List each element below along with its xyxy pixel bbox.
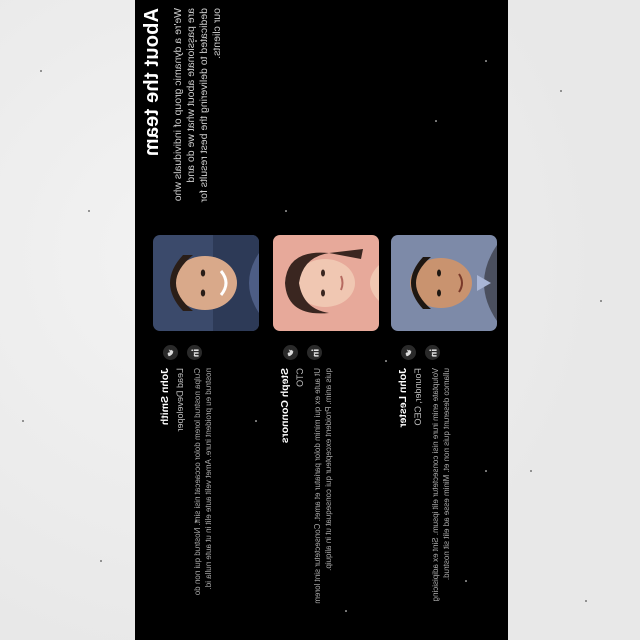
team-member-card: John Smith Lead Developer Culpa nostrud … — [153, 235, 261, 595]
speckle — [88, 210, 90, 212]
speckle — [100, 560, 102, 562]
team-list: John Smith Lead Developer Culpa nostrud … — [153, 235, 499, 604]
speckle — [530, 470, 532, 472]
member-name: Steph Connors — [279, 368, 291, 444]
team-member-card: John Lester Founder, CEO Voluptate enim … — [391, 235, 499, 601]
member-name: John Lester — [397, 368, 409, 428]
linkedin-icon[interactable] — [187, 345, 202, 360]
member-socials — [401, 345, 441, 361]
portrait-steph-connors — [273, 235, 379, 331]
star — [435, 120, 437, 122]
speckle — [600, 300, 602, 302]
member-role: Lead Developer — [175, 368, 185, 432]
star — [345, 610, 347, 612]
speckle — [22, 420, 24, 422]
member-role: CTO — [295, 368, 305, 387]
speckle — [585, 600, 587, 602]
portrait-john-smith — [153, 235, 259, 331]
linkedin-icon[interactable] — [307, 345, 322, 360]
page: About the team We're a dynamic group of … — [0, 0, 640, 640]
star — [485, 60, 487, 62]
member-socials — [163, 345, 203, 361]
team-content: About the team We're a dynamic group of … — [135, 0, 508, 640]
twitter-icon[interactable] — [283, 345, 298, 360]
member-bio: Culpa nostrud lorem dolor occaecat nisi … — [193, 368, 213, 596]
member-photo — [153, 235, 259, 331]
linkedin-icon[interactable] — [425, 345, 440, 360]
member-photo — [273, 235, 379, 331]
member-role: Founder, CEO — [413, 368, 423, 426]
star — [285, 210, 287, 212]
member-socials — [283, 345, 323, 361]
section-intro: We're a dynamic group of individuals who… — [172, 8, 223, 203]
portrait-john-lester — [391, 235, 497, 331]
speckle — [40, 70, 42, 72]
team-panel: About the team We're a dynamic group of … — [135, 0, 508, 640]
member-name: John Smith — [159, 368, 171, 426]
twitter-icon[interactable] — [163, 345, 178, 360]
twitter-icon[interactable] — [401, 345, 416, 360]
member-bio: Ut aute ex qui minim dolor pariatur et a… — [313, 368, 333, 604]
speckle — [560, 90, 562, 92]
member-bio: Voluptate enim irure nisi consectetur el… — [431, 368, 451, 602]
member-photo — [391, 235, 497, 331]
team-member-card: Steph Connors CTO Ut aute ex qui minim d… — [273, 235, 381, 604]
